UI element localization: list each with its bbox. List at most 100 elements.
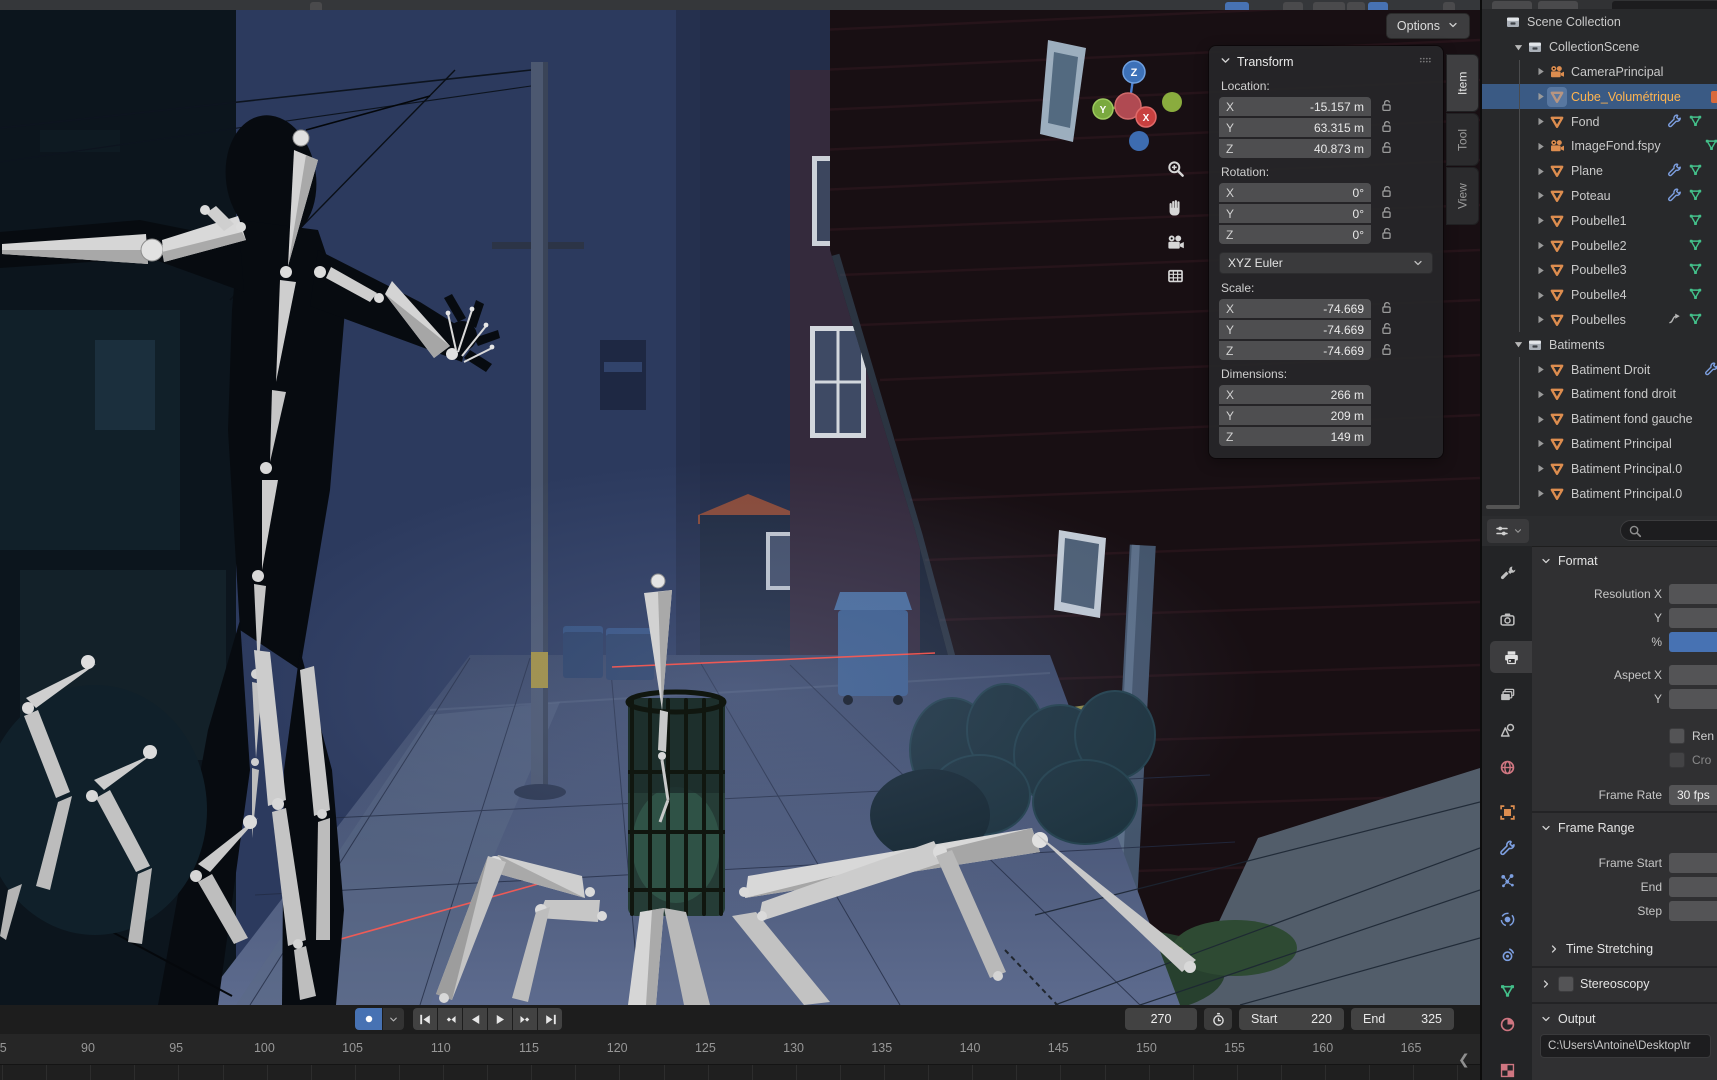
header-fragment[interactable]	[1313, 2, 1345, 10]
checkbox[interactable]	[1669, 752, 1685, 768]
rotation-z-field[interactable]: Z0°	[1219, 225, 1371, 244]
outliner-row-batiments[interactable]: Batiments	[1482, 332, 1717, 357]
mesh-data-icon[interactable]	[1688, 311, 1703, 329]
properties-tab-texture[interactable]	[1482, 1054, 1532, 1080]
mesh-data-icon[interactable]	[1688, 237, 1703, 255]
outliner-row-poubelle3[interactable]: Poubelle3	[1482, 258, 1717, 283]
mesh-data-icon[interactable]	[1688, 162, 1703, 180]
stereoscopy-panel-header[interactable]: Stereoscopy	[1532, 968, 1717, 996]
expand-icon[interactable]	[1532, 313, 1548, 326]
outliner-row-batiment-principal[interactable]: Batiment Principal	[1482, 432, 1717, 457]
properties-tab-particles[interactable]	[1482, 864, 1532, 896]
mesh-data-icon[interactable]	[1688, 187, 1703, 205]
expand-icon[interactable]	[1532, 264, 1548, 277]
expand-icon[interactable]	[1532, 140, 1548, 153]
output-panel-header[interactable]: Output	[1532, 1004, 1717, 1030]
next-keyframe-button[interactable]	[513, 1008, 537, 1030]
expand-icon[interactable]	[1532, 165, 1548, 178]
lock-open-icon[interactable]	[1379, 205, 1394, 223]
expand-icon[interactable]	[1532, 487, 1548, 500]
outliner-row-fond[interactable]: Fond	[1482, 109, 1717, 134]
expand-icon[interactable]	[1532, 437, 1548, 450]
jump-start-button[interactable]	[413, 1008, 437, 1030]
expand-icon[interactable]	[1532, 189, 1548, 202]
expand-icon[interactable]	[1532, 239, 1548, 252]
rotation-x-field[interactable]: X0°	[1219, 183, 1371, 202]
outliner-row-poubelles[interactable]: Poubelles	[1482, 308, 1717, 333]
header-toggle-fragment[interactable]	[1225, 2, 1249, 10]
dimensions-x-field[interactable]: X266 m	[1219, 385, 1371, 404]
properties-tab-render[interactable]	[1482, 603, 1532, 635]
outliner-scrollbar[interactable]	[1486, 505, 1520, 509]
header-fragment[interactable]	[1283, 2, 1303, 10]
3d-viewport[interactable]: Options Z Y X	[0, 10, 1480, 1005]
properties-tab-physics[interactable]	[1482, 903, 1532, 935]
properties-tab-tool[interactable]	[1482, 556, 1532, 588]
lock-open-icon[interactable]	[1379, 300, 1394, 318]
outliner-row-cube-volum-trique[interactable]: Cube_Volumétrique	[1482, 84, 1717, 109]
outliner-row-poubelle1[interactable]: Poubelle1	[1482, 208, 1717, 233]
outliner-header-fragment[interactable]	[1492, 1, 1532, 9]
prop-field[interactable]	[1669, 853, 1717, 873]
location-y-field[interactable]: Y63.315 m	[1219, 118, 1371, 137]
outliner-row-batiment-principal-0[interactable]: Batiment Principal.0	[1482, 481, 1717, 506]
stereoscopy-checkbox[interactable]	[1558, 976, 1574, 992]
prop-field[interactable]	[1669, 632, 1717, 652]
prop-field[interactable]	[1669, 689, 1717, 709]
outliner-row-poteau[interactable]: Poteau	[1482, 184, 1717, 209]
prop-field[interactable]	[1669, 584, 1717, 604]
prev-keyframe-button[interactable]	[438, 1008, 462, 1030]
sidebar-tab-tool[interactable]: Tool	[1447, 114, 1478, 165]
properties-tab-modifiers[interactable]	[1482, 831, 1532, 863]
expand-icon[interactable]	[1532, 413, 1548, 426]
properties-tab-object[interactable]	[1482, 796, 1532, 828]
outliner-row-plane[interactable]: Plane	[1482, 159, 1717, 184]
scale-x-field[interactable]: X-74.669	[1219, 299, 1371, 318]
timeline-track-area[interactable]	[0, 1064, 1480, 1080]
prop-field[interactable]	[1669, 608, 1717, 628]
header-fragment[interactable]	[1347, 2, 1365, 10]
collapse-arrow-icon[interactable]: ❮	[1458, 1051, 1470, 1068]
expand-icon[interactable]	[1532, 65, 1548, 78]
frame-start-field[interactable]: Start 220	[1239, 1008, 1344, 1030]
lock-open-icon[interactable]	[1379, 226, 1394, 244]
pan-hand-icon[interactable]	[1160, 191, 1190, 221]
lock-open-icon[interactable]	[1379, 119, 1394, 137]
modifier-wrench-icon[interactable]	[1667, 162, 1682, 180]
outliner-row-batiment-principal-0[interactable]: Batiment Principal.0	[1482, 456, 1717, 481]
outliner-row-poubelle2[interactable]: Poubelle2	[1482, 233, 1717, 258]
grid-ortho-icon[interactable]	[1160, 260, 1190, 290]
location-x-field[interactable]: X-15.157 m	[1219, 97, 1371, 116]
rotation-mode-dropdown[interactable]: XYZ Euler	[1219, 252, 1433, 274]
lock-open-icon[interactable]	[1379, 321, 1394, 339]
prop-field[interactable]	[1669, 665, 1717, 685]
dimensions-z-field[interactable]: Z149 m	[1219, 427, 1371, 446]
expand-icon[interactable]	[1532, 363, 1548, 376]
collapse-icon[interactable]	[1510, 338, 1526, 351]
outliner-row-scene-collection[interactable]: Scene Collection	[1482, 10, 1717, 35]
panel-grip-icon[interactable]	[1418, 53, 1433, 71]
rotation-y-field[interactable]: Y0°	[1219, 204, 1371, 223]
prop-field[interactable]	[1669, 877, 1717, 897]
sidebar-tab-view[interactable]: View	[1447, 168, 1478, 224]
expand-icon[interactable]	[1532, 214, 1548, 227]
editor-type-button[interactable]	[1487, 519, 1529, 543]
outliner-row-batiment-droit[interactable]: Batiment Droit	[1482, 357, 1717, 382]
outliner-row-collectionscene[interactable]: CollectionScene	[1482, 35, 1717, 60]
properties-tab-view-layer[interactable]	[1482, 679, 1532, 711]
format-panel-header[interactable]: Format	[1532, 546, 1717, 572]
current-frame-field[interactable]: 270	[1125, 1008, 1197, 1030]
auto-keying-dropdown[interactable]	[383, 1008, 404, 1030]
outliner-row-cameraprincipal[interactable]: CameraPrincipal	[1482, 60, 1717, 85]
play-button[interactable]	[488, 1008, 512, 1030]
jump-end-button[interactable]	[538, 1008, 562, 1030]
output-path-field[interactable]: C:\Users\Antoine\Desktop\tr	[1540, 1034, 1711, 1058]
lock-open-icon[interactable]	[1379, 342, 1394, 360]
play-reverse-button[interactable]	[463, 1008, 487, 1030]
mesh-data-icon[interactable]	[1688, 286, 1703, 304]
scale-z-field[interactable]: Z-74.669	[1219, 341, 1371, 360]
modifier-wrench-icon[interactable]	[1667, 113, 1682, 131]
camera-view-icon[interactable]	[1160, 227, 1190, 257]
properties-tab-output[interactable]	[1490, 641, 1532, 673]
zoom-icon[interactable]	[1160, 153, 1190, 183]
